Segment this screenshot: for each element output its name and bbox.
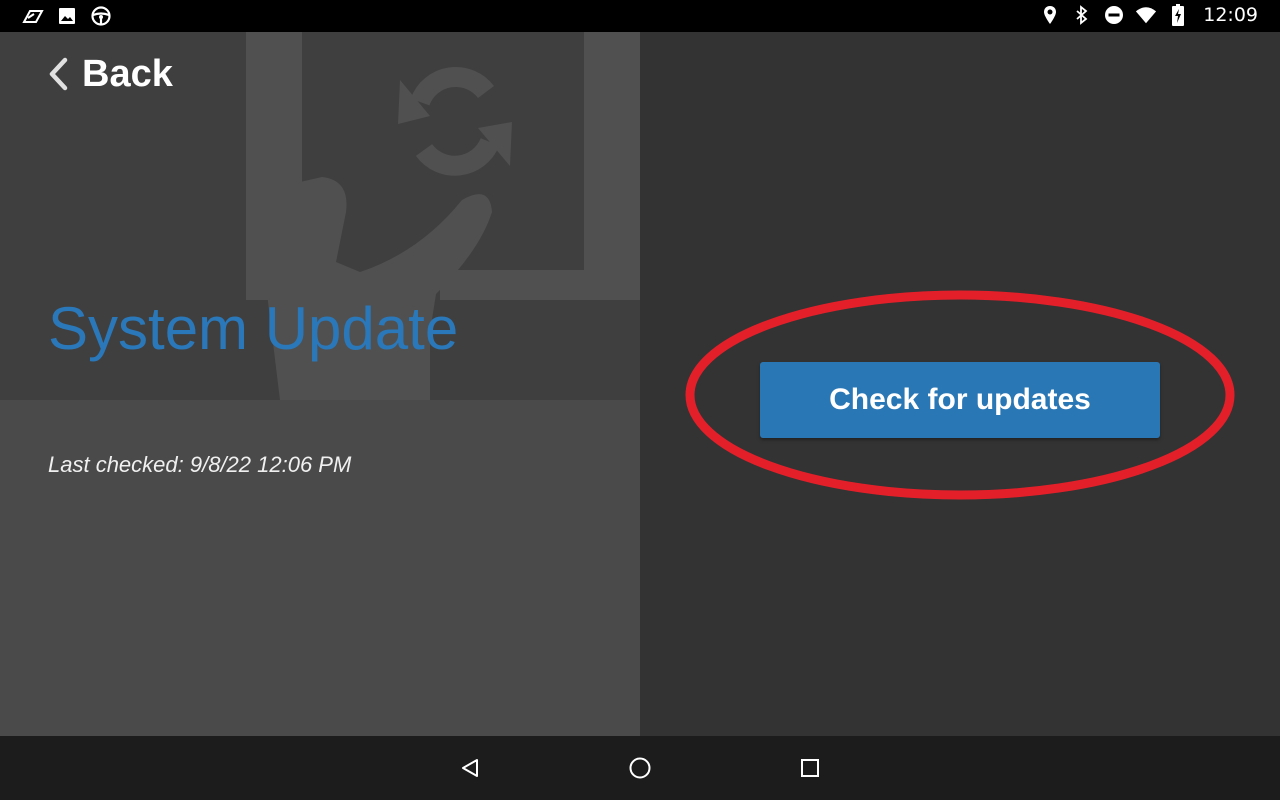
bluetooth-icon [1071, 4, 1093, 26]
android-screen: 12:09 Back System Update Last checked: 9… [0, 0, 1280, 800]
delivery-app-icon [22, 5, 44, 27]
status-bar: 12:09 [0, 0, 1280, 32]
chevron-left-icon [44, 54, 72, 94]
location-icon [1039, 4, 1061, 26]
do-not-disturb-icon [1103, 4, 1125, 26]
wifi-icon [1135, 4, 1157, 26]
back-label: Back [82, 53, 173, 95]
status-right-icons: 12:09 [1039, 4, 1258, 26]
recents-square-icon[interactable] [794, 752, 826, 784]
left-panel: Back System Update Last checked: 9/8/22 … [0, 32, 640, 736]
back-triangle-icon[interactable] [454, 752, 486, 784]
status-left-icons [22, 5, 112, 27]
back-button[interactable]: Back [44, 52, 173, 96]
right-panel: Check for updates [640, 32, 1280, 736]
page-title: System Update [48, 295, 459, 362]
battery-charging-icon [1167, 4, 1189, 26]
navigation-bar [0, 736, 1280, 800]
system-update-screen: Back System Update Last checked: 9/8/22 … [0, 32, 1280, 736]
last-checked-text: Last checked: 9/8/22 12:06 PM [48, 452, 352, 477]
home-circle-icon[interactable] [624, 752, 656, 784]
status-time: 12:09 [1203, 4, 1258, 26]
hero-banner: Back System Update [0, 32, 640, 400]
check-for-updates-button[interactable]: Check for updates [760, 362, 1160, 438]
steering-wheel-icon [90, 5, 112, 27]
image-icon [56, 5, 78, 27]
